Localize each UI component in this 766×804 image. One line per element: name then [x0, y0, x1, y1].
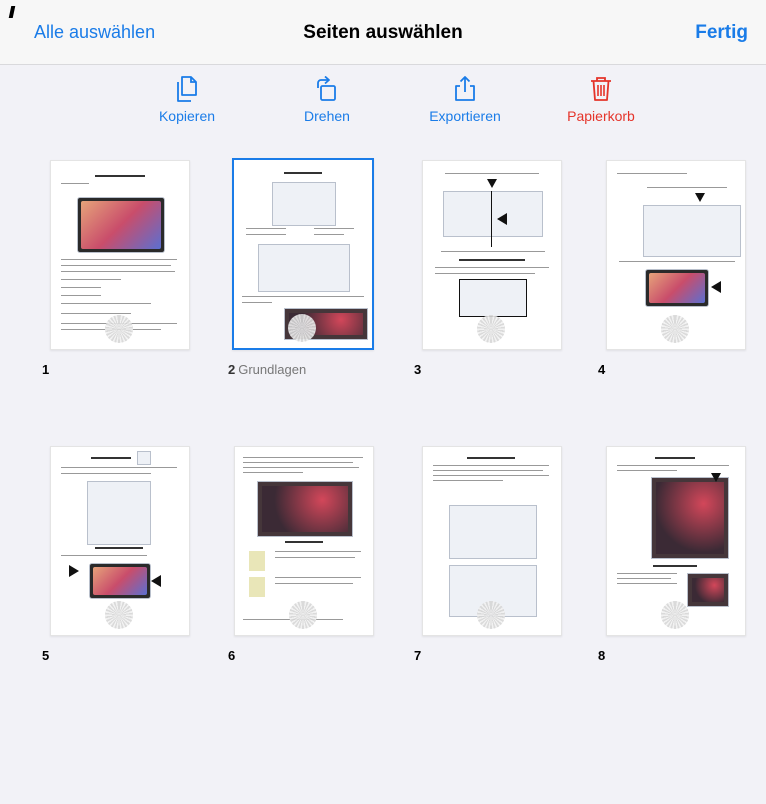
- page-1-preview: [50, 160, 190, 350]
- page-thumbnail-3[interactable]: 3: [414, 160, 572, 380]
- page-label: Grundlagen: [238, 362, 307, 377]
- page-3-preview: [422, 160, 562, 350]
- page-number: 8: [598, 648, 606, 663]
- loading-indicator: [477, 315, 505, 343]
- page-thumbnail-2[interactable]: 2 Grundlagen: [228, 158, 384, 380]
- loading-indicator: [105, 601, 133, 629]
- page-2-preview: [232, 158, 374, 350]
- page-caption: 2 Grundlagen: [228, 362, 306, 377]
- loading-indicator: [105, 315, 133, 343]
- page-6-preview: [234, 446, 374, 636]
- page-thumbnail-4[interactable]: 4: [598, 160, 756, 380]
- page-thumbnail-5[interactable]: 5: [42, 446, 200, 666]
- loading-indicator: [289, 601, 317, 629]
- page-thumbnail-7[interactable]: 7: [414, 446, 572, 666]
- page-number: 6: [228, 648, 236, 663]
- page-number: 5: [42, 648, 50, 663]
- page-number: 7: [414, 648, 422, 663]
- page-thumbnail-grid: 1 2 Grundlagen 3 4 5 6 7 8: [0, 0, 766, 804]
- page-4-preview: [606, 160, 746, 350]
- page-5-preview: [50, 446, 190, 636]
- loading-indicator: [661, 315, 689, 343]
- loading-indicator: [661, 601, 689, 629]
- page-number: 2: [228, 362, 236, 377]
- page-number: 3: [414, 362, 422, 377]
- page-8-preview: [606, 446, 746, 636]
- page-7-preview: [422, 446, 562, 636]
- page-number: 4: [598, 362, 606, 377]
- page-thumbnail-6[interactable]: 6: [228, 446, 384, 666]
- page-thumbnail-1[interactable]: 1: [42, 160, 200, 380]
- page-thumbnail-8[interactable]: 8: [598, 446, 756, 666]
- loading-indicator: [288, 314, 316, 342]
- loading-indicator: [477, 601, 505, 629]
- page-number: 1: [42, 362, 50, 377]
